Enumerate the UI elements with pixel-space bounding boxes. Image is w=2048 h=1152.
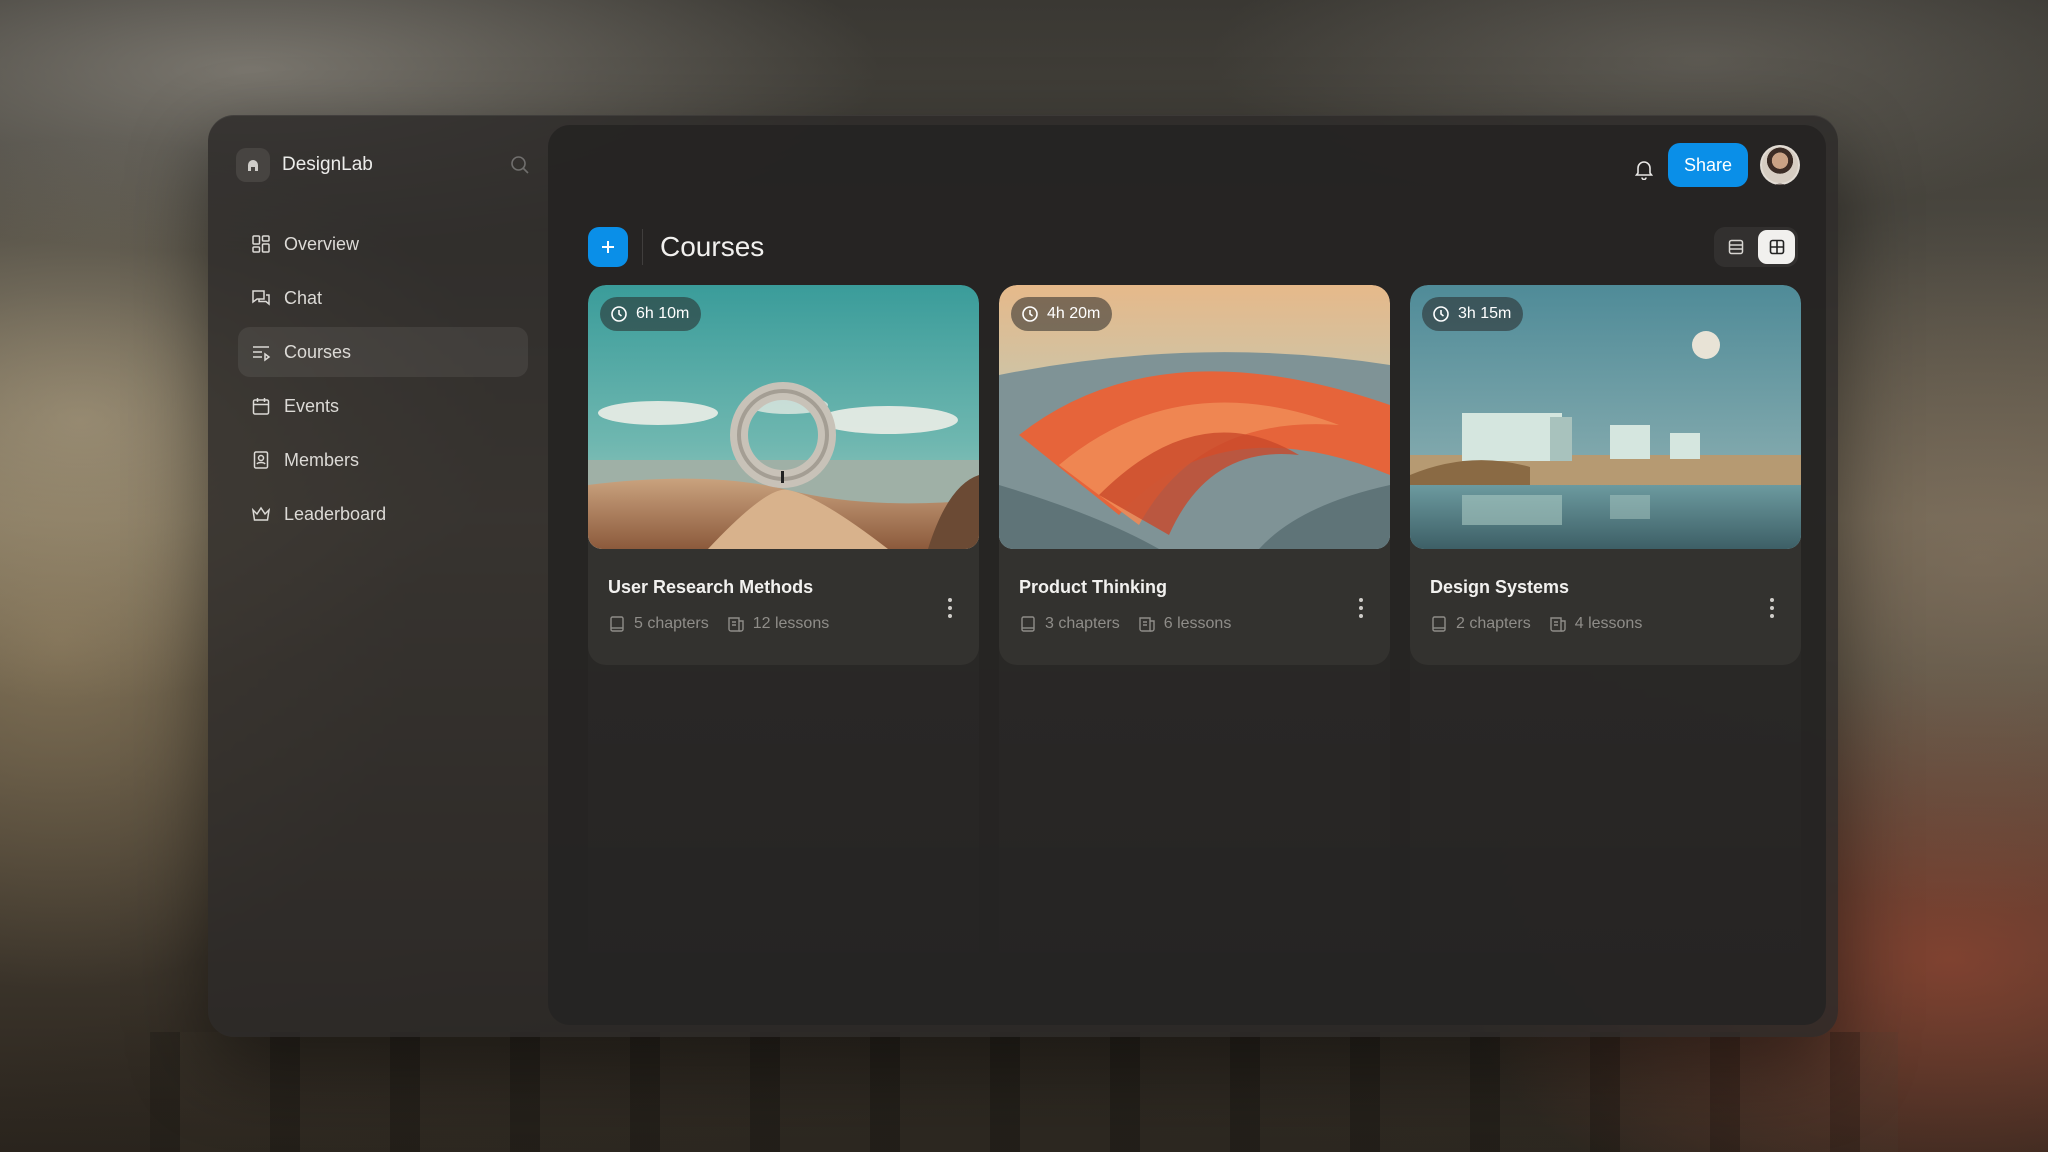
sidebar-item-label: Courses (284, 341, 352, 362)
sidebar-item-overview[interactable]: Overview (238, 219, 528, 269)
lessons-icon (1139, 617, 1155, 632)
course-thumbnail: 4h 20m (999, 285, 1390, 549)
duration-text: 3h 15m (1458, 305, 1512, 322)
dashboard-icon (250, 233, 272, 255)
brand-logo-icon (236, 148, 270, 182)
avatar[interactable] (1760, 145, 1800, 185)
member-badge-icon (250, 449, 272, 471)
chapters-count: 3 chapters (1045, 615, 1120, 632)
course-meta: 5 chapters 12 lessons (608, 615, 837, 633)
book-icon (1432, 616, 1446, 632)
sidebar-item-label: Leaderboard (284, 503, 387, 524)
sidebar-item-label: Members (284, 449, 360, 470)
sidebar-item-events[interactable]: Events (238, 381, 528, 431)
course-grid: 6h 10m User Research Methods 5 chapters … (588, 285, 1801, 1005)
sidebar-item-members[interactable]: Members (238, 435, 528, 485)
share-button[interactable]: Share (1668, 143, 1748, 187)
lessons-icon (1550, 617, 1566, 632)
clock-icon (1433, 306, 1449, 322)
course-title: Product Thinking (1019, 577, 1167, 597)
course-thumbnail: 3h 15m (1410, 285, 1801, 549)
main-panel: Share Courses 6h 10m User Research Metho… (548, 125, 1826, 1025)
courses-list-icon (250, 341, 272, 363)
course-title: User Research Methods (608, 577, 814, 597)
sidebar-nav: Overview Chat Courses Events Members Lea… (238, 219, 528, 543)
crown-icon (250, 503, 272, 525)
sidebar-item-label: Events (284, 395, 340, 416)
sidebar-item-label: Overview (284, 233, 360, 254)
sidebar-item-courses[interactable]: Courses (238, 327, 528, 377)
more-options-icon[interactable] (1760, 593, 1784, 623)
book-icon (1021, 616, 1035, 632)
search-icon[interactable] (508, 153, 532, 177)
list-view-icon (1728, 239, 1743, 255)
course-card[interactable]: 3h 15m Design Systems 2 chapters 4 lesso… (1410, 285, 1801, 665)
clock-icon (1022, 306, 1038, 322)
lessons-count: 6 lessons (1163, 615, 1232, 632)
view-toggle (1714, 227, 1798, 267)
course-meta: 2 chapters 4 lessons (1430, 615, 1650, 633)
sidebar-item-chat[interactable]: Chat (238, 273, 528, 323)
duration-badge: 6h 10m (600, 297, 702, 331)
sidebar-item-leaderboard[interactable]: Leaderboard (238, 489, 528, 539)
duration-badge: 3h 15m (1422, 297, 1524, 331)
plus-icon (602, 241, 614, 253)
calendar-icon (250, 395, 272, 417)
app-window: DesignLab Overview Chat Courses Events M… (208, 115, 1838, 1037)
grid-view-icon (1769, 239, 1784, 255)
chapters-count: 5 chapters (634, 615, 709, 632)
clock-icon (611, 306, 627, 322)
brand[interactable]: DesignLab (236, 145, 373, 185)
book-icon (610, 616, 624, 632)
course-thumbnail: 6h 10m (588, 285, 979, 549)
course-card[interactable]: 6h 10m User Research Methods 5 chapters … (588, 285, 979, 665)
more-options-icon[interactable] (938, 593, 962, 623)
add-course-button[interactable] (588, 227, 628, 267)
page-title: Courses (660, 231, 765, 262)
more-options-icon[interactable] (1349, 593, 1373, 623)
brand-name: DesignLab (282, 154, 373, 175)
lessons-count: 4 lessons (1574, 615, 1643, 632)
lessons-icon (728, 617, 744, 632)
sidebar-item-label: Chat (284, 287, 323, 308)
course-title: Design Systems (1430, 577, 1570, 597)
duration-badge: 4h 20m (1011, 297, 1113, 331)
list-view-button[interactable] (1717, 230, 1754, 264)
lessons-count: 12 lessons (752, 615, 830, 632)
course-card[interactable]: 4h 20m Product Thinking 3 chapters 6 les… (999, 285, 1390, 665)
duration-text: 4h 20m (1047, 305, 1101, 322)
chat-icon (250, 287, 272, 309)
grid-view-button[interactable] (1758, 230, 1795, 264)
title-divider (642, 229, 643, 265)
course-meta: 3 chapters 6 lessons (1019, 615, 1239, 633)
duration-text: 6h 10m (636, 305, 690, 322)
chapters-count: 2 chapters (1456, 615, 1531, 632)
notification-bell-icon[interactable] (1626, 151, 1662, 187)
sidebar: DesignLab Overview Chat Courses Events M… (208, 115, 538, 1037)
